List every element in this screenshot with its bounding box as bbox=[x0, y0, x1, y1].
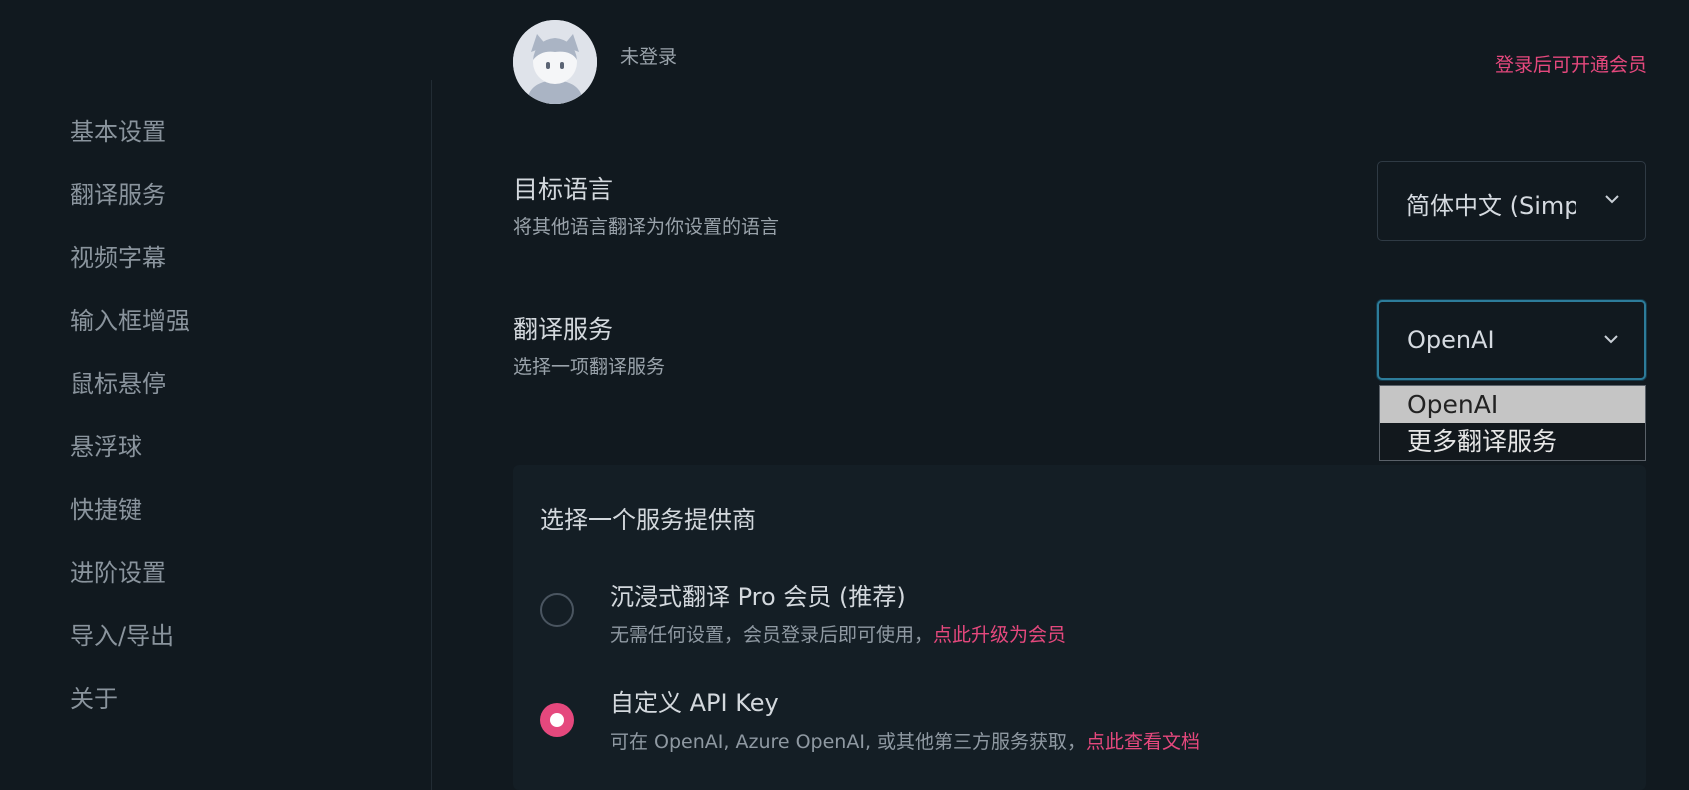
translation-service-value: OpenAI bbox=[1407, 326, 1495, 354]
provider-panel: 选择一个服务提供商 沉浸式翻译 Pro 会员 (推荐) 无需任何设置，会员登录后… bbox=[513, 465, 1646, 790]
target-language-value: 简体中文 (Simplified Chinese) bbox=[1406, 192, 1576, 220]
sidebar-item-advanced-settings[interactable]: 进阶设置 bbox=[70, 553, 166, 588]
target-language-select[interactable]: 简体中文 (Simplified Chinese) bbox=[1377, 161, 1646, 241]
chevron-down-icon bbox=[1605, 195, 1619, 204]
target-language-title: 目标语言 bbox=[513, 175, 614, 204]
upgrade-member-link[interactable]: 点此升级为会员 bbox=[933, 624, 1066, 646]
chevron-down-icon bbox=[1604, 335, 1618, 344]
provider-option-pro-desc-text: 无需任何设置，会员登录后即可使用， bbox=[610, 624, 934, 646]
avatar-image bbox=[513, 20, 597, 104]
sidebar-item-basic-settings[interactable]: 基本设置 bbox=[70, 112, 166, 147]
sidebar-item-mouse-hover[interactable]: 鼠标悬停 bbox=[70, 364, 166, 399]
sidebar-item-input-enhancement[interactable]: 输入框增强 bbox=[70, 301, 190, 336]
avatar[interactable] bbox=[513, 20, 597, 104]
sidebar-item-translation-service[interactable]: 翻译服务 bbox=[70, 175, 166, 210]
target-language-description: 将其他语言翻译为你设置的语言 bbox=[513, 216, 780, 238]
dropdown-option-openai[interactable]: OpenAI bbox=[1380, 386, 1645, 423]
login-status: 未登录 bbox=[620, 46, 678, 68]
translation-service-dropdown: OpenAI 更多翻译服务 bbox=[1379, 385, 1646, 461]
sidebar-divider bbox=[431, 80, 432, 790]
provider-option-custom-api-desc: 可在 OpenAI, Azure OpenAI, 或其他第三方服务获取，点此查看… bbox=[610, 727, 1200, 754]
sidebar-item-shortcuts[interactable]: 快捷键 bbox=[70, 490, 142, 525]
view-docs-link[interactable]: 点此查看文档 bbox=[1086, 731, 1200, 753]
provider-radio-custom-api[interactable] bbox=[540, 703, 574, 737]
sidebar-item-about[interactable]: 关于 bbox=[70, 679, 118, 714]
sidebar-item-floating-ball[interactable]: 悬浮球 bbox=[70, 427, 142, 462]
dropdown-option-more-services[interactable]: 更多翻译服务 bbox=[1380, 423, 1645, 460]
provider-option-custom-api-title[interactable]: 自定义 API Key bbox=[610, 683, 779, 718]
provider-option-custom-api-desc-text: 可在 OpenAI, Azure OpenAI, 或其他第三方服务获取， bbox=[610, 731, 1087, 753]
login-to-upgrade-link[interactable]: 登录后可开通会员 bbox=[1495, 50, 1647, 77]
provider-option-pro-title[interactable]: 沉浸式翻译 Pro 会员 (推荐) bbox=[610, 577, 906, 612]
sidebar: 基本设置 翻译服务 视频字幕 输入框增强 鼠标悬停 悬浮球 快捷键 进阶设置 导… bbox=[0, 0, 432, 790]
provider-radio-pro[interactable] bbox=[540, 593, 574, 627]
provider-panel-title: 选择一个服务提供商 bbox=[540, 506, 756, 534]
translation-service-select[interactable]: OpenAI bbox=[1377, 300, 1646, 380]
provider-option-pro-desc: 无需任何设置，会员登录后即可使用，点此升级为会员 bbox=[610, 620, 1066, 647]
translation-service-title: 翻译服务 bbox=[513, 315, 614, 344]
translation-service-description: 选择一项翻译服务 bbox=[513, 356, 666, 378]
sidebar-item-import-export[interactable]: 导入/导出 bbox=[70, 616, 174, 651]
sidebar-item-video-subtitles[interactable]: 视频字幕 bbox=[70, 238, 166, 273]
